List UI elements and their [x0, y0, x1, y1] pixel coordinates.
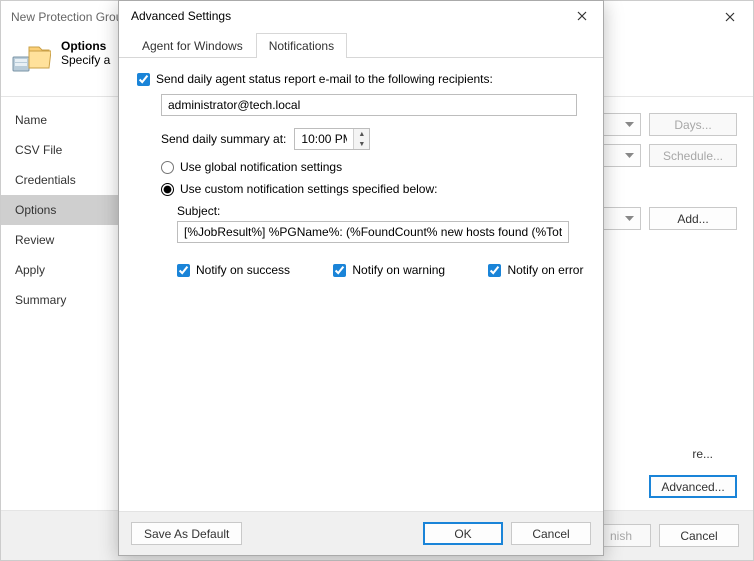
- tab-agent-windows[interactable]: Agent for Windows: [129, 33, 256, 58]
- truncated-label: re...: [692, 447, 713, 461]
- save-default-button[interactable]: Save As Default: [131, 522, 242, 545]
- dialog-titlebar: Advanced Settings: [119, 1, 603, 31]
- radio-global[interactable]: [161, 161, 174, 174]
- tab-strip: Agent for Windows Notifications: [119, 31, 603, 58]
- sidebar-item-name[interactable]: Name: [1, 105, 120, 135]
- recipients-input[interactable]: [161, 94, 577, 116]
- days-button: Days...: [649, 113, 737, 136]
- add-button[interactable]: Add...: [649, 207, 737, 230]
- wizard-sidebar: Name CSV File Credentials Options Review…: [1, 97, 121, 510]
- chevron-down-icon: [625, 216, 634, 222]
- sidebar-item-csv[interactable]: CSV File: [1, 135, 120, 165]
- radio-global-label: Use global notification settings: [180, 160, 342, 174]
- radio-custom-label: Use custom notification settings specifi…: [180, 182, 437, 196]
- sidebar-item-apply[interactable]: Apply: [1, 255, 120, 285]
- notify-warning-checkbox[interactable]: [333, 264, 346, 277]
- sidebar-item-credentials[interactable]: Credentials: [1, 165, 120, 195]
- dialog-title: Advanced Settings: [131, 9, 231, 23]
- wizard-heading: Options: [61, 39, 110, 53]
- notify-error-label: Notify on error: [507, 263, 583, 277]
- wizard-title: New Protection Group: [11, 10, 129, 24]
- close-icon[interactable]: [717, 4, 743, 30]
- advanced-button[interactable]: Advanced...: [649, 475, 737, 498]
- ok-button[interactable]: OK: [423, 522, 503, 545]
- dialog-footer: Save As Default OK Cancel: [119, 511, 603, 555]
- sidebar-item-summary[interactable]: Summary: [1, 285, 120, 315]
- options-icon: [11, 39, 51, 79]
- wizard-subheading: Specify a: [61, 53, 110, 67]
- summary-time-input[interactable]: [295, 129, 353, 149]
- chevron-down-icon: [625, 122, 634, 128]
- schedule-button: Schedule...: [649, 144, 737, 167]
- tab-notifications[interactable]: Notifications: [256, 33, 347, 58]
- close-icon[interactable]: [569, 3, 595, 29]
- dialog-body: Send daily agent status report e-mail to…: [119, 58, 603, 511]
- send-report-checkbox-row: Send daily agent status report e-mail to…: [137, 72, 493, 86]
- sidebar-item-options[interactable]: Options: [1, 195, 120, 225]
- chevron-down-icon: [625, 153, 634, 159]
- send-report-checkbox[interactable]: [137, 73, 150, 86]
- send-report-label: Send daily agent status report e-mail to…: [156, 72, 493, 86]
- wizard-cancel-button[interactable]: Cancel: [659, 524, 739, 547]
- notify-success-checkbox[interactable]: [177, 264, 190, 277]
- advanced-settings-dialog: Advanced Settings Agent for Windows Noti…: [118, 0, 604, 556]
- radio-custom[interactable]: [161, 183, 174, 196]
- sidebar-item-review[interactable]: Review: [1, 225, 120, 255]
- notify-error-checkbox[interactable]: [488, 264, 501, 277]
- spin-down-icon[interactable]: ▼: [354, 139, 369, 149]
- subject-input[interactable]: [177, 221, 569, 243]
- dialog-cancel-button[interactable]: Cancel: [511, 522, 591, 545]
- notify-warning-label: Notify on warning: [352, 263, 445, 277]
- notify-success-label: Notify on success: [196, 263, 290, 277]
- subject-label: Subject:: [177, 204, 585, 218]
- spin-up-icon[interactable]: ▲: [354, 129, 369, 139]
- summary-time-spinner[interactable]: ▲ ▼: [294, 128, 370, 150]
- summary-time-label: Send daily summary at:: [161, 132, 286, 146]
